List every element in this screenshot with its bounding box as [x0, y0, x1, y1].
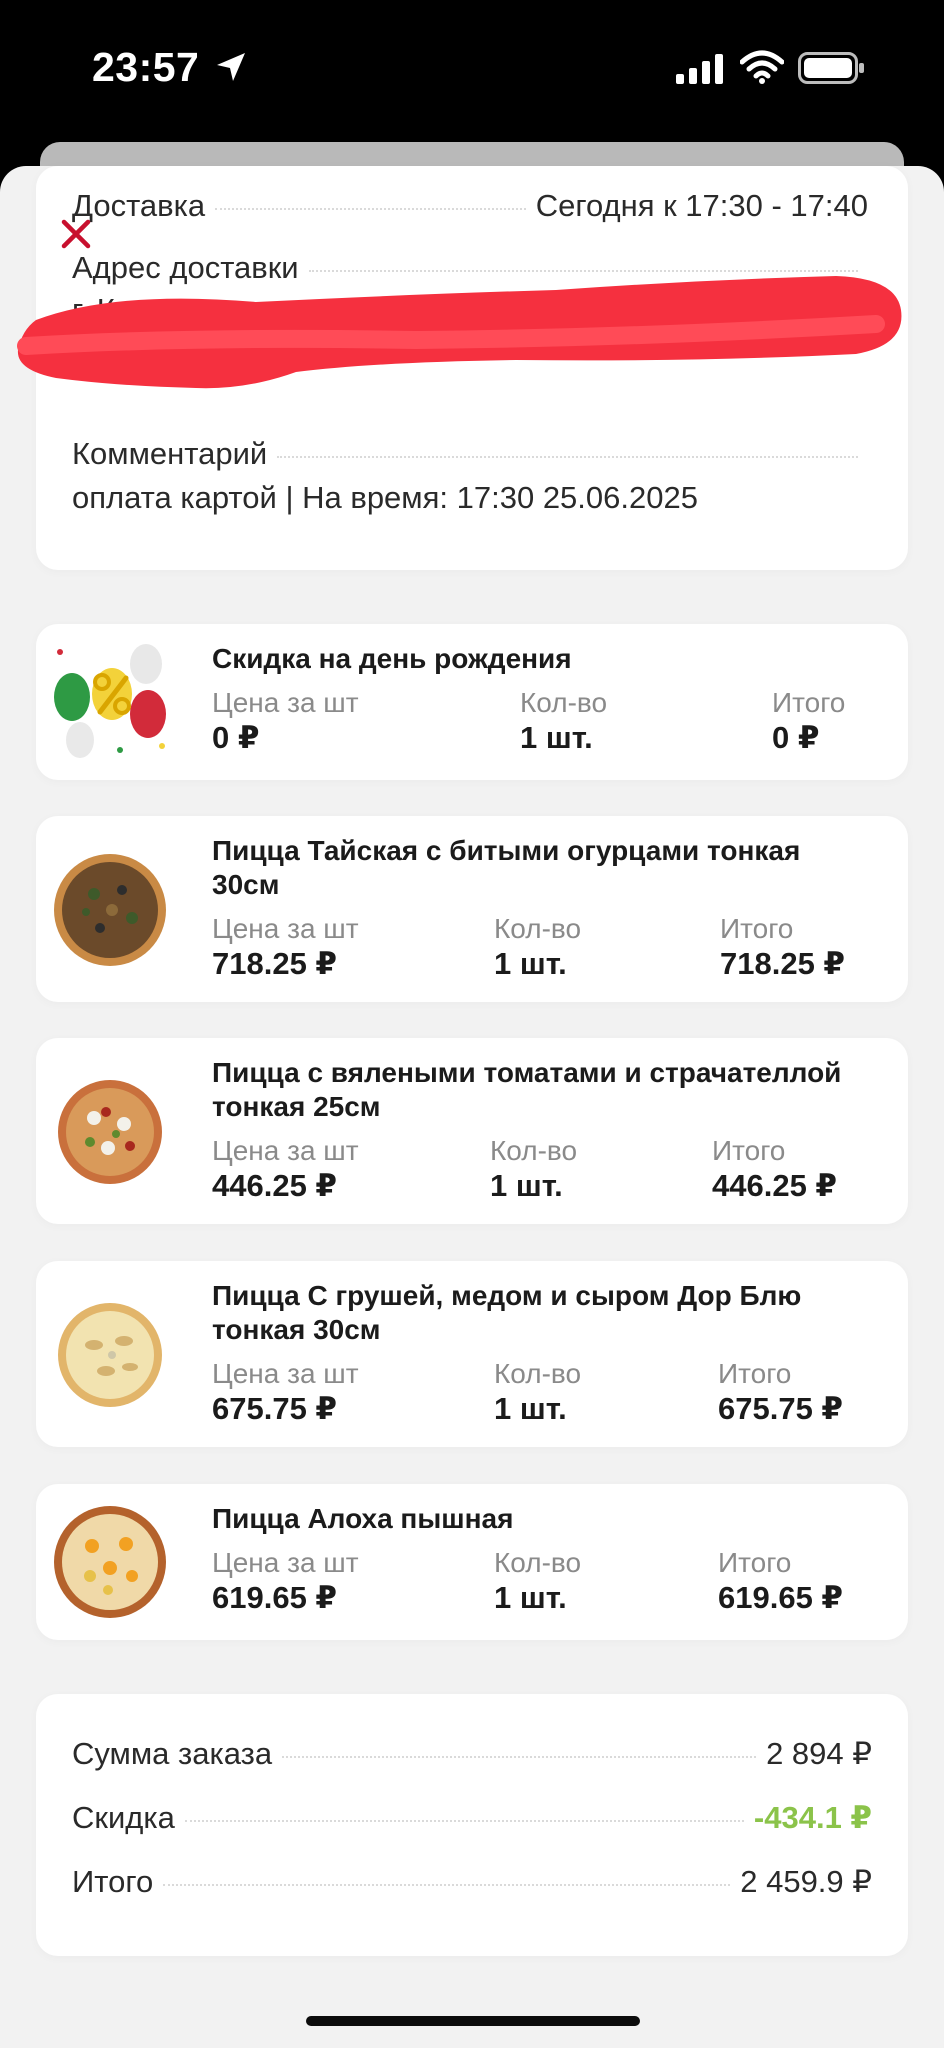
qty-value: 1 шт. — [494, 946, 567, 981]
pizza-image — [58, 1080, 162, 1184]
subtotal-value: 2 894 ₽ — [766, 1736, 872, 1771]
total-column: Итого 0 ₽ — [772, 686, 845, 756]
item-title: Скидка на день рождения — [212, 643, 572, 674]
price-column: Цена за шт 0 ₽ — [212, 686, 359, 756]
cellular-signal-icon — [676, 54, 723, 84]
total-label: Итого — [718, 1358, 792, 1389]
delivery-time: Сегодня к 17:30 - 17:40 — [535, 188, 868, 223]
qty-column: Кол-во 1 шт. — [494, 1357, 581, 1427]
clock: 23:57 — [92, 44, 200, 90]
total-label: Итого — [772, 687, 846, 718]
total-row: Итого 2 459.9 ₽ — [72, 1864, 872, 1900]
price-value: 718.25 ₽ — [212, 946, 337, 981]
total-value: 718.25 ₽ — [720, 946, 845, 981]
price-label: Цена за шт — [212, 1135, 359, 1166]
qty-value: 1 шт. — [490, 1168, 563, 1203]
home-indicator[interactable] — [306, 2016, 640, 2026]
qty-value: 1 шт. — [520, 720, 593, 755]
order-item-card[interactable]: Пицца Алоха пышная Цена за шт 619.65 ₽ К… — [36, 1484, 908, 1640]
dotted-leader — [277, 456, 858, 458]
qty-column: Кол-во 1 шт. — [520, 686, 607, 756]
total-value: 0 ₽ — [772, 720, 820, 755]
birthday-balloons-image — [50, 642, 170, 762]
location-arrow-icon — [217, 53, 245, 81]
price-value: 446.25 ₽ — [212, 1168, 337, 1203]
price-label: Цена за шт — [212, 687, 359, 718]
total-value: 619.65 ₽ — [718, 1580, 843, 1615]
battery-icon — [798, 52, 864, 84]
total-column: Итого 718.25 ₽ — [720, 912, 845, 982]
total-label: Итого — [720, 913, 794, 944]
order-item-card[interactable]: Скидка на день рождения Цена за шт 0 ₽ К… — [36, 624, 908, 780]
discount-label: Скидка — [72, 1800, 175, 1835]
pizza-image — [54, 1506, 166, 1618]
total-value: 2 459.9 ₽ — [740, 1864, 872, 1899]
price-column: Цена за шт 718.25 ₽ — [212, 912, 359, 982]
qty-value: 1 шт. — [494, 1580, 567, 1615]
subtotal-row: Сумма заказа 2 894 ₽ — [72, 1736, 872, 1772]
order-item-card[interactable]: Пицца Тайская с битыми огурцами тонкая 3… — [36, 816, 908, 1002]
total-label: Итого — [718, 1547, 792, 1578]
dotted-leader — [215, 208, 526, 210]
price-label: Цена за шт — [212, 1358, 359, 1389]
total-column: Итого 619.65 ₽ — [718, 1546, 843, 1616]
qty-value: 1 шт. — [494, 1391, 567, 1426]
total-label: Итого — [72, 1864, 154, 1899]
comment-value: оплата картой | На время: 17:30 25.06.20… — [72, 480, 698, 515]
price-column: Цена за шт 619.65 ₽ — [212, 1546, 359, 1616]
qty-label: Кол-во — [494, 913, 582, 944]
status-bar: 23:57 — [0, 0, 944, 140]
price-label: Цена за шт — [212, 1547, 359, 1578]
dotted-leader — [282, 1756, 757, 1758]
item-title: Пицца Тайская с битыми огурцами тонкая 3… — [212, 835, 801, 900]
qty-label: Кол-во — [520, 687, 608, 718]
qty-column: Кол-во 1 шт. — [494, 912, 581, 982]
discount-value: -434.1 ₽ — [753, 1800, 872, 1835]
price-value: 675.75 ₽ — [212, 1391, 337, 1426]
total-value: 675.75 ₽ — [718, 1391, 843, 1426]
price-column: Цена за шт 675.75 ₽ — [212, 1357, 359, 1427]
order-info-card: Доставка Сегодня к 17:30 - 17:40 Адрес д… — [17, 166, 908, 570]
delivery-row: Доставка Сегодня к 17:30 - 17:40 — [72, 188, 868, 224]
total-value: 446.25 ₽ — [712, 1168, 837, 1203]
dotted-leader — [184, 1820, 744, 1822]
pizza-image — [54, 854, 166, 966]
redaction-scribble — [17, 276, 902, 389]
qty-label: Кол-во — [494, 1547, 582, 1578]
price-column: Цена за шт 446.25 ₽ — [212, 1134, 359, 1204]
item-title: Пицца Алоха пышная — [212, 1503, 514, 1534]
qty-label: Кол-во — [490, 1135, 578, 1166]
order-item-card[interactable]: Пицца С грушей, медом и сыром Дор Блю то… — [36, 1261, 908, 1447]
qty-column: Кол-во 1 шт. — [494, 1546, 581, 1616]
item-title: Пицца С грушей, медом и сыром Дор Блю то… — [212, 1280, 802, 1345]
price-label: Цена за шт — [212, 913, 359, 944]
order-summary-card: Сумма заказа 2 894 ₽ Скидка -434.1 ₽ Ито… — [36, 1694, 908, 1956]
discount-row: Скидка -434.1 ₽ — [72, 1800, 872, 1836]
comment-row: Комментарий — [72, 436, 868, 472]
total-column: Итого 675.75 ₽ — [718, 1357, 843, 1427]
qty-label: Кол-во — [494, 1358, 582, 1389]
qty-column: Кол-во 1 шт. — [490, 1134, 577, 1204]
total-column: Итого 446.25 ₽ — [712, 1134, 837, 1204]
close-icon[interactable] — [56, 214, 96, 254]
total-label: Итого — [712, 1135, 786, 1166]
price-value: 0 ₽ — [212, 720, 260, 755]
wifi-icon — [740, 50, 784, 84]
price-value: 619.65 ₽ — [212, 1580, 337, 1615]
order-item-card[interactable]: Пицца с вялеными томатами и страчателлой… — [36, 1038, 908, 1224]
pizza-image — [58, 1303, 162, 1407]
comment-label: Комментарий — [72, 436, 268, 471]
item-title: Пицца с вялеными томатами и страчателлой… — [212, 1057, 842, 1122]
subtotal-label: Сумма заказа — [72, 1736, 273, 1771]
dotted-leader — [163, 1884, 731, 1886]
